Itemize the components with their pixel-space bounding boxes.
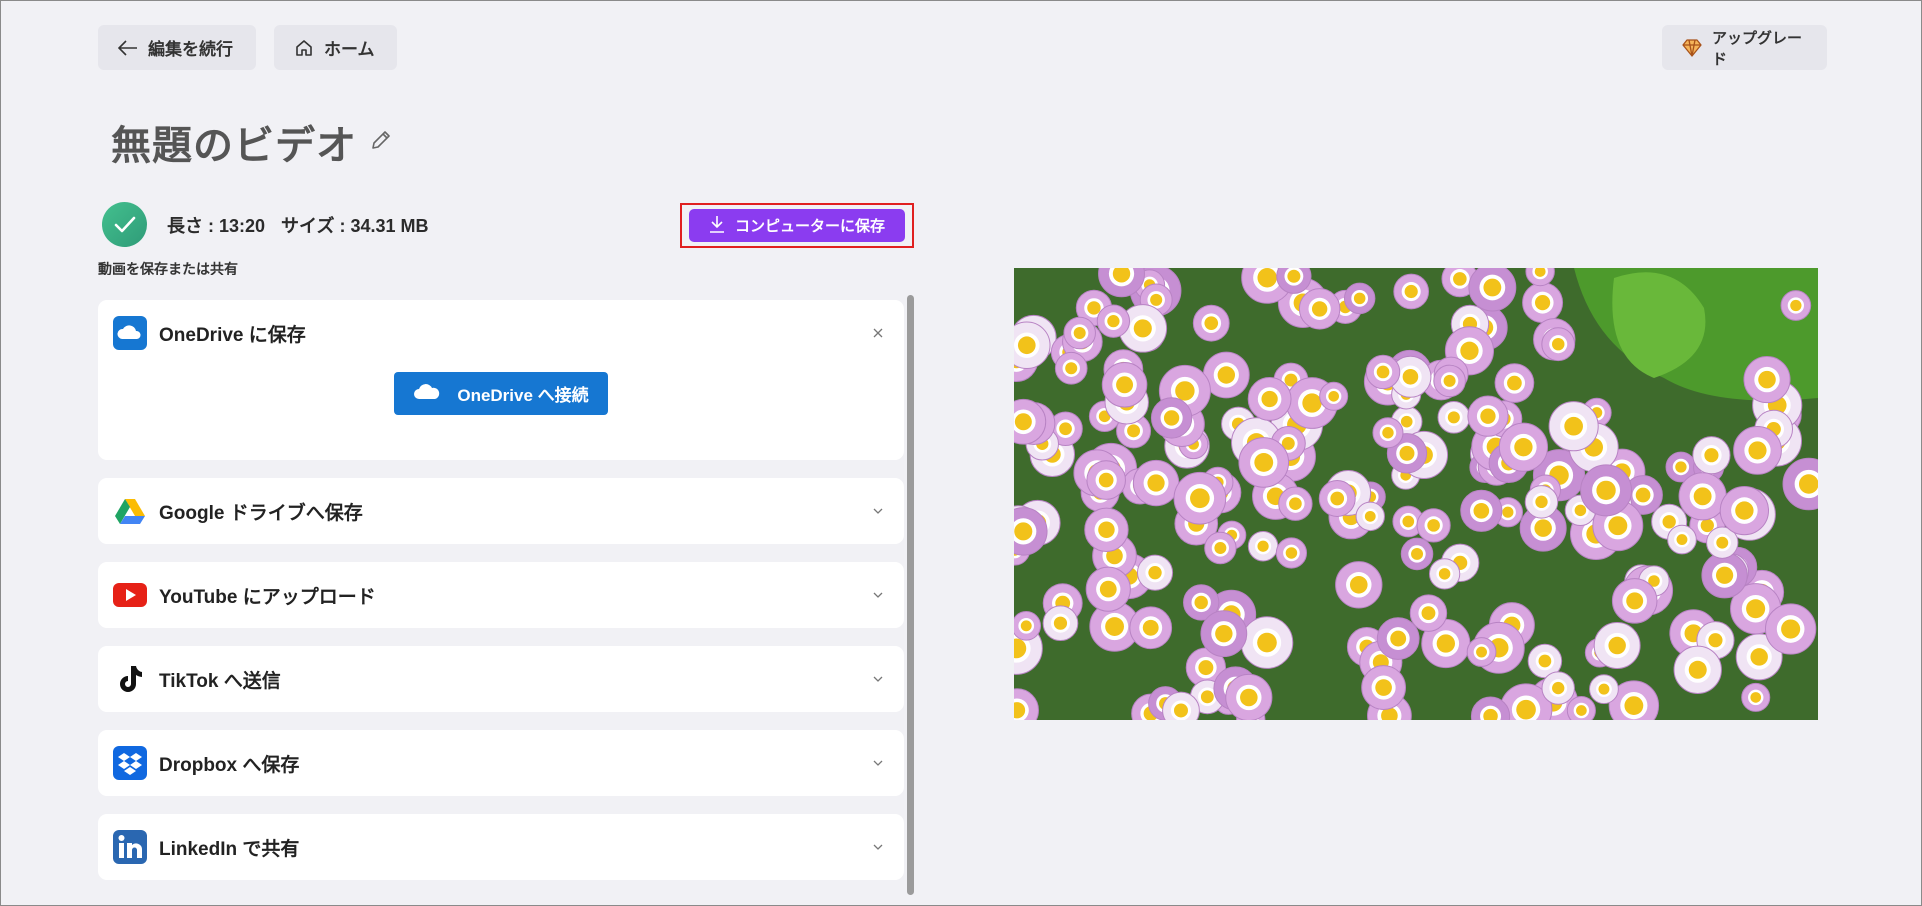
continue-editing-label: 編集を続行: [148, 40, 233, 59]
home-label: ホーム: [324, 40, 375, 59]
chevron-down-icon[interactable]: [870, 587, 886, 603]
linkedin-icon: [113, 830, 147, 864]
section-label: 動画を保存または共有: [98, 261, 238, 275]
close-icon[interactable]: [870, 325, 886, 341]
onedrive-icon: [113, 316, 147, 350]
tiktok-card[interactable]: TikTok へ送信: [98, 646, 904, 712]
video-preview: [1014, 268, 1818, 720]
youtube-icon: [113, 578, 147, 612]
checkmark-icon: [102, 202, 147, 247]
home-icon: [294, 38, 314, 58]
save-to-computer-button[interactable]: コンピューターに保存: [689, 209, 905, 242]
card-title: OneDrive に保存: [159, 324, 306, 346]
upgrade-label: アップグレード: [1712, 29, 1803, 68]
card-title: Google ドライブへ保存: [159, 502, 363, 524]
tiktok-icon: [113, 662, 147, 696]
home-button[interactable]: ホーム: [274, 25, 397, 70]
chevron-down-icon[interactable]: [870, 839, 886, 855]
video-status: 長さ : 13:20 サイズ : 34.31 MB: [102, 202, 429, 247]
onedrive-card: OneDrive に保存 OneDrive へ接続: [98, 300, 904, 460]
save-button-highlight: コンピューターに保存: [680, 203, 914, 248]
title-row: 無題のビデオ: [111, 113, 393, 171]
google-drive-card[interactable]: Google ドライブへ保存: [98, 478, 904, 544]
flower-photo: [1014, 268, 1818, 720]
card-title: YouTube にアップロード: [159, 586, 376, 608]
upgrade-button[interactable]: アップグレード: [1662, 25, 1827, 70]
continue-editing-button[interactable]: 編集を続行: [98, 25, 256, 70]
chevron-down-icon[interactable]: [870, 503, 886, 519]
google-drive-icon: [113, 494, 147, 528]
chevron-down-icon[interactable]: [870, 671, 886, 687]
onedrive-connect-button[interactable]: OneDrive へ接続: [394, 372, 608, 415]
card-title: Dropbox へ保存: [159, 754, 300, 776]
card-title: TikTok へ送信: [159, 670, 281, 692]
onedrive-connect-label: OneDrive へ接続: [457, 386, 589, 405]
dropbox-icon: [113, 746, 147, 780]
card-title: LinkedIn で共有: [159, 838, 300, 860]
linkedin-card[interactable]: LinkedIn で共有: [98, 814, 904, 880]
download-icon: [709, 215, 725, 237]
cloud-icon: [413, 382, 441, 405]
youtube-card[interactable]: YouTube にアップロード: [98, 562, 904, 628]
video-size: サイズ : 34.31 MB: [281, 215, 429, 236]
video-length: 長さ : 13:20: [167, 215, 266, 236]
dropbox-card[interactable]: Dropbox へ保存: [98, 730, 904, 796]
chevron-down-icon[interactable]: [870, 755, 886, 771]
scrollbar[interactable]: [907, 295, 914, 895]
onedrive-card-header[interactable]: OneDrive に保存: [98, 300, 904, 366]
save-to-computer-label: コンピューターに保存: [734, 218, 885, 235]
pencil-icon[interactable]: [369, 128, 393, 157]
diamond-icon: [1682, 38, 1702, 57]
video-title[interactable]: 無題のビデオ: [111, 113, 357, 171]
arrow-left-icon: [118, 39, 138, 56]
